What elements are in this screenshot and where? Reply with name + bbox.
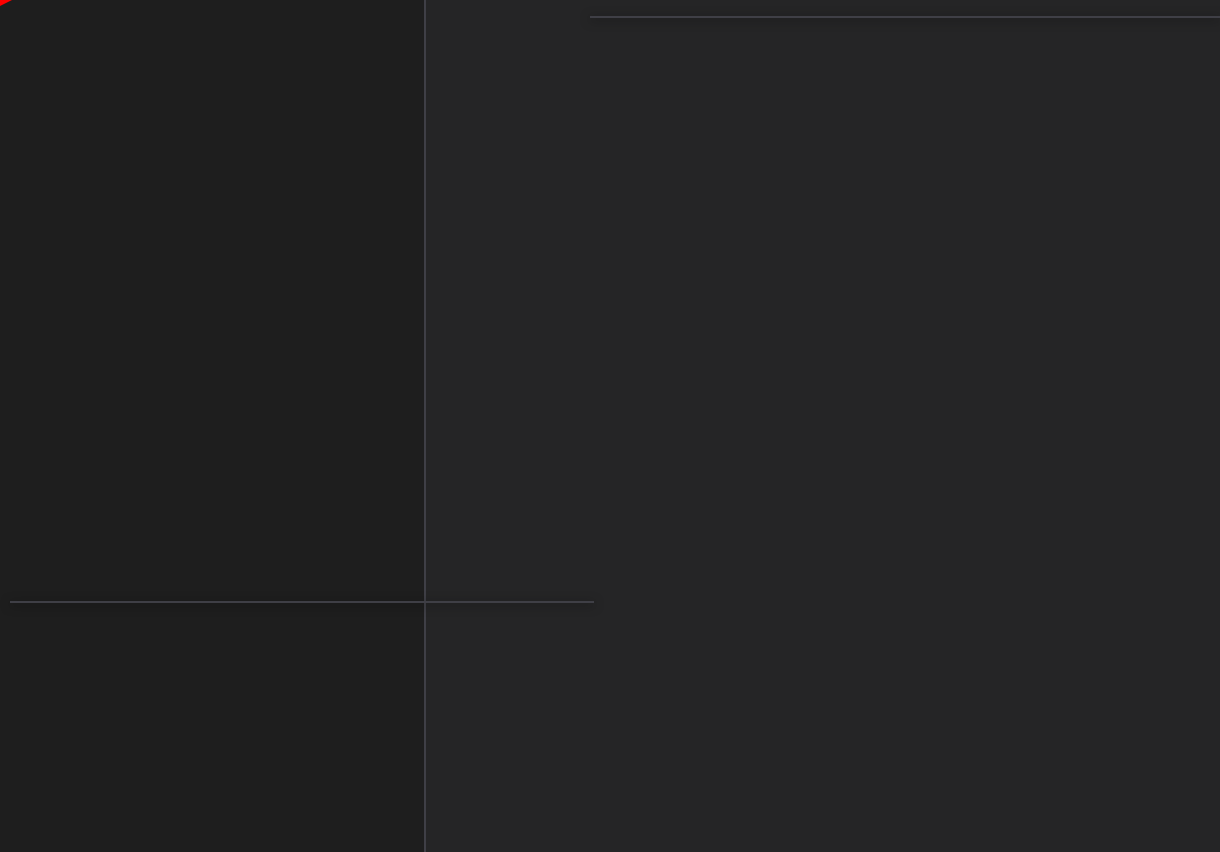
solution-node-label: [426, 0, 1220, 15]
code-editor-pane[interactable]: [0, 0, 425, 852]
screen-root: [0, 0, 1220, 852]
add-submenu[interactable]: [10, 601, 594, 603]
solution-explorer-pane: [426, 0, 1220, 852]
project-context-menu[interactable]: [590, 16, 1220, 18]
